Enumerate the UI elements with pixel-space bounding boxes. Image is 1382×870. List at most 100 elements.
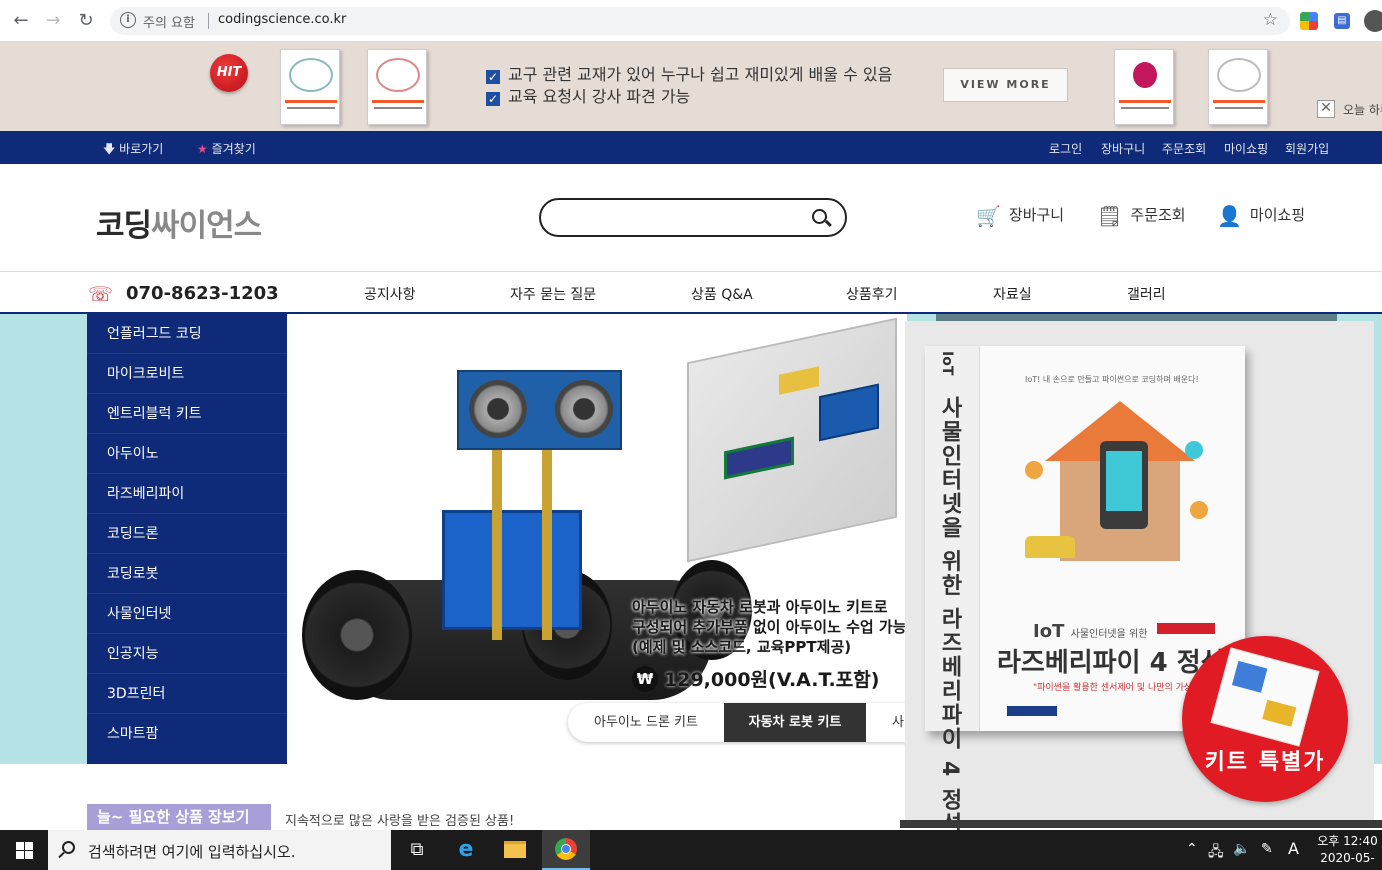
- forward-icon[interactable]: →: [42, 10, 64, 32]
- bookmark-star-icon[interactable]: ☆: [1263, 10, 1278, 30]
- hit-badge: HIT: [210, 54, 248, 92]
- book-spine: IoT 사물인터넷을 위한 라즈베리파이 4 정석: [925, 346, 980, 836]
- address-bar[interactable]: i 주의 요함 codingscience.co.kr ☆: [110, 7, 1290, 35]
- robot-kit-image: [292, 317, 907, 720]
- kit-special-label: 키트 특별가: [1204, 750, 1326, 775]
- promo-banner: HIT ✓ 교구 관련 교재가 있어 누구나 쉽고 재미있게 배울 수 있음 ✓ 교…: [0, 42, 1382, 131]
- order-link[interactable]: 주문조회: [1162, 140, 1206, 157]
- translate-extension-icon[interactable]: ▤: [1334, 13, 1350, 29]
- header-cart-button[interactable]: 🛒 장바구니: [976, 204, 1064, 228]
- section-description: 지속적으로 많은 사랑을 받은 검증된 상품!: [285, 814, 515, 829]
- phone-number: 070-8623-1203: [126, 283, 279, 304]
- header-myshop-button[interactable]: 👤 마이쇼핑: [1217, 204, 1305, 228]
- book-title-iot: IoT 사물인터넷을 위한: [1033, 621, 1148, 642]
- ad-footer-strip: [900, 820, 1382, 828]
- info-icon[interactable]: i: [120, 12, 136, 28]
- hero-description: 아두이노 자동차 로봇과 아두이노 키트로 구성되어 추가부품 없이 아두이노 …: [632, 598, 907, 656]
- book-ad-popup[interactable]: IoT 사물인터넷을 위한 라즈베리파이 4 정석 IoT! 내 손으로 만들고…: [905, 321, 1374, 836]
- url-text[interactable]: codingscience.co.kr: [218, 12, 346, 27]
- raspberry-drone-book-image[interactable]: [1208, 49, 1268, 125]
- network-icon[interactable]: 🖧: [1208, 841, 1224, 865]
- main-menu: ☏ 070-8623-1203 공지사항 자주 묻는 질문 상품 Q&A 상품후…: [0, 271, 1382, 314]
- address-separator: [208, 13, 209, 29]
- header-orders-button[interactable]: 🗒 주문조회: [1097, 204, 1186, 228]
- book-badge: [1007, 706, 1057, 716]
- reload-icon[interactable]: ↻: [75, 10, 97, 32]
- browser-toolbar: ← → ↻ i 주의 요함 codingscience.co.kr ☆ ▤: [0, 0, 1382, 42]
- utility-bar: 🡇 바로가기 ★ 즐겨찾기 로그인 장바구니 주문조회 마이쇼핑 회원가입: [0, 131, 1382, 164]
- promo-line-1: 교구 관련 교재가 있어 누구나 쉽고 재미있게 배울 수 있음: [508, 65, 893, 84]
- arduino-kit-box: [687, 317, 897, 563]
- edge-browser-icon[interactable]: e: [454, 838, 478, 862]
- section-title: 늘~ 필요한 상품 장보기: [87, 804, 271, 830]
- drone-book-image[interactable]: [280, 49, 340, 125]
- volume-icon[interactable]: 🔈: [1233, 841, 1250, 857]
- menu-reviews[interactable]: 상품후기: [846, 284, 898, 304]
- chrome-taskbar-button[interactable]: [542, 830, 590, 870]
- menu-product-qa[interactable]: 상품 Q&A: [691, 284, 753, 304]
- task-view-icon[interactable]: ⧉: [405, 838, 429, 862]
- category-item[interactable]: 인공지능: [87, 634, 287, 674]
- taskbar-search-input[interactable]: 검색하려면 여기에 입력하십시오.: [48, 830, 391, 870]
- hide-today-link[interactable]: 오늘 하루: [1343, 101, 1382, 118]
- tab-robot-car[interactable]: 자동차 로봇 키트: [724, 703, 866, 742]
- category-item[interactable]: 엔트리블럭 키트: [87, 394, 287, 434]
- chevron-up-icon[interactable]: ⌃: [1186, 841, 1198, 857]
- search-icon: [62, 841, 75, 854]
- search-icon[interactable]: [812, 209, 827, 224]
- close-icon[interactable]: ✕: [1317, 100, 1335, 118]
- category-item[interactable]: 사물인터넷: [87, 594, 287, 634]
- myshop-link[interactable]: 마이쇼핑: [1224, 140, 1268, 157]
- hero-price: ₩129,000원(V.A.T.포함): [632, 665, 879, 692]
- category-item[interactable]: 언플러그드 코딩: [87, 314, 287, 354]
- category-item[interactable]: 라즈베리파이: [87, 474, 287, 514]
- menu-resources[interactable]: 자료실: [993, 284, 1032, 304]
- tab-arduino-drone[interactable]: 아두이노 드론 키트: [568, 703, 724, 742]
- cart-link[interactable]: 장바구니: [1101, 140, 1145, 157]
- kit-special-price-badge[interactable]: 키트 특별가: [1182, 636, 1348, 802]
- book-tagline: IoT! 내 손으로 만들고 파이썬으로 코딩하며 배운다!: [1025, 375, 1199, 384]
- profile-avatar[interactable]: [1364, 10, 1382, 32]
- join-link[interactable]: 회원가입: [1285, 140, 1329, 157]
- slide-tabs: 아두이노 드론 키트 자동차 로봇 키트 사: [568, 703, 907, 742]
- cart-icon: 🛒: [976, 204, 1001, 228]
- ultrasonic-sensor: [457, 370, 622, 450]
- favorites-link[interactable]: ★ 즐겨찾기: [197, 140, 256, 157]
- check-icon: ✓: [486, 92, 500, 106]
- google-extension-icon[interactable]: [1300, 12, 1318, 30]
- security-warning[interactable]: 주의 요함: [143, 12, 195, 31]
- phone-icon: ☏: [88, 282, 114, 306]
- category-item[interactable]: 코딩드론: [87, 514, 287, 554]
- windows-taskbar: 검색하려면 여기에 입력하십시오. ⧉ e ⌃ 🖧 🔈 ✎ A 오후 12:40…: [0, 830, 1382, 870]
- promo-text: ✓ 교구 관련 교재가 있어 누구나 쉽고 재미있게 배울 수 있음 ✓ 교육 요청…: [486, 64, 892, 108]
- category-item[interactable]: 스마트팜: [87, 714, 287, 754]
- tab-next[interactable]: 사: [866, 703, 907, 742]
- shortcut-link[interactable]: 🡇 바로가기: [103, 140, 163, 161]
- menu-notice[interactable]: 공지사항: [364, 284, 416, 304]
- windows-start-icon[interactable]: [16, 842, 33, 859]
- order-search-icon: 🗒: [1097, 204, 1123, 228]
- menu-faq[interactable]: 자주 묻는 질문: [510, 284, 596, 304]
- ime-indicator[interactable]: A: [1288, 839, 1299, 858]
- chrome-icon: [555, 838, 577, 860]
- pen-icon[interactable]: ✎: [1261, 841, 1273, 857]
- system-clock[interactable]: 오후 12:40 2020-05-27: [1313, 833, 1382, 870]
- login-link[interactable]: 로그인: [1049, 140, 1082, 157]
- category-sidebar: 언플러그드 코딩 마이크로비트 엔트리블럭 키트 아두이노 라즈베리파이 코딩드…: [87, 314, 287, 764]
- category-item[interactable]: 코딩로봇: [87, 554, 287, 594]
- user-icon: 👤: [1217, 204, 1242, 228]
- won-currency-icon: ₩: [632, 665, 658, 692]
- check-icon: ✓: [486, 70, 500, 84]
- category-item[interactable]: 마이크로비트: [87, 354, 287, 394]
- search-input[interactable]: [539, 198, 847, 237]
- arduino-drone-book-image[interactable]: [367, 49, 427, 125]
- category-item[interactable]: 아두이노: [87, 434, 287, 474]
- file-explorer-icon[interactable]: [504, 841, 526, 858]
- raspberry-pi-book-image[interactable]: [1114, 49, 1174, 125]
- view-more-button[interactable]: VIEW MORE: [943, 68, 1068, 102]
- back-icon[interactable]: ←: [10, 10, 32, 32]
- book-title-main: 라즈베리파이 4 정석: [997, 648, 1225, 678]
- menu-gallery[interactable]: 갤러리: [1127, 284, 1166, 304]
- category-item[interactable]: 3D프린터: [87, 674, 287, 714]
- site-logo[interactable]: 코딩싸이언스: [96, 200, 262, 245]
